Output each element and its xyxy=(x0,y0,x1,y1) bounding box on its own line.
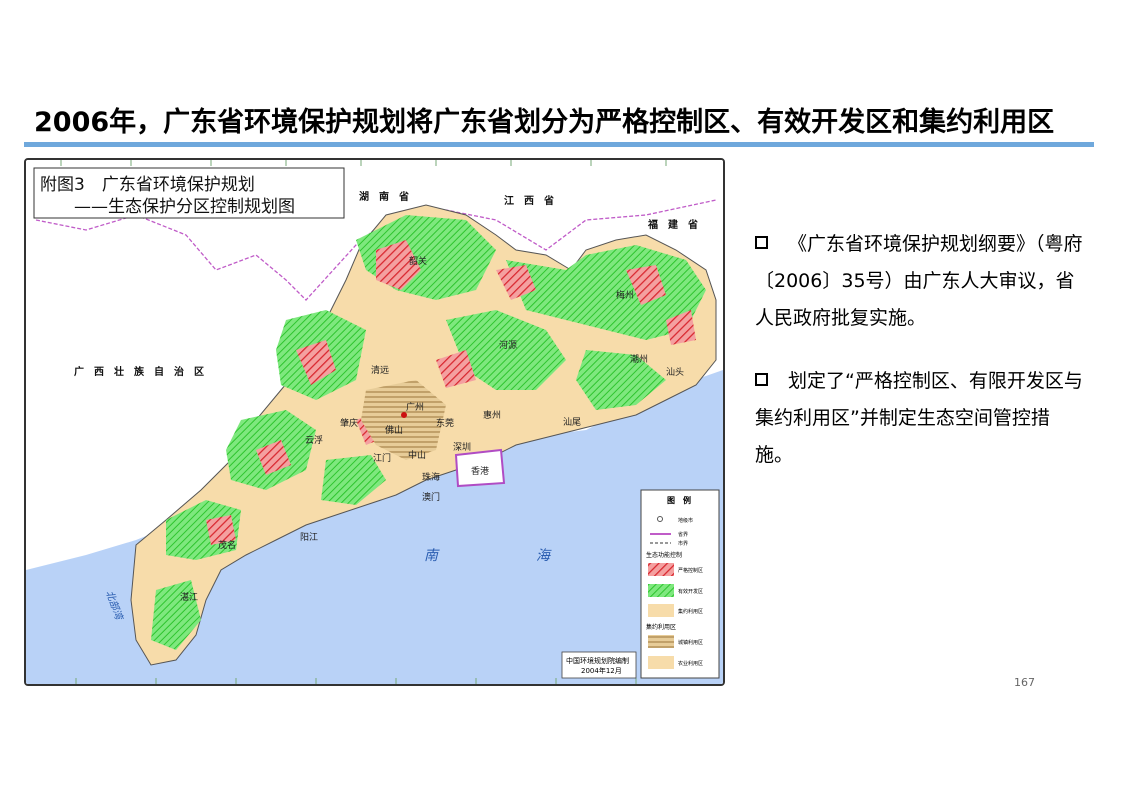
neighbor-label: 广 西 壮 族 自 治 区 xyxy=(74,365,204,378)
neighbor-label: 福 建 省 xyxy=(647,218,698,231)
city-label: 云浮 xyxy=(305,434,323,446)
effective-swatch-icon xyxy=(648,584,674,597)
zoning-map-svg: 韶关 梅州 河源 潮州 汕头 清远 广州 惠州 汕尾 肇庆 佛山 东莞 深圳 云… xyxy=(26,160,723,684)
bullet-text: 划定了“严格控制区、有限开发区与集约利用区”并制定生态空间管控措施。 xyxy=(755,370,1083,466)
square-bullet-icon xyxy=(755,236,768,249)
legend-item: 集约利用区 xyxy=(678,608,703,615)
sea-label: 南 xyxy=(424,548,440,564)
city-label: 阳江 xyxy=(300,532,318,543)
bullet-item: 划定了“严格控制区、有限开发区与集约利用区”并制定生态空间管控措施。 xyxy=(755,363,1085,474)
city-label: 广州 xyxy=(406,401,424,413)
legend-group: 集约利用区 xyxy=(646,623,676,631)
legend-group: 生态功能控制 xyxy=(646,551,682,559)
capital-marker xyxy=(401,412,407,418)
credit-line2: 2004年12月 xyxy=(581,666,622,675)
agri-swatch-icon xyxy=(648,656,674,669)
map-heading-line1: 附图3 广东省环境保护规划 xyxy=(40,175,255,195)
intensive-swatch-icon xyxy=(648,604,674,617)
strict-swatch-icon xyxy=(648,563,674,576)
city-label: 湛江 xyxy=(180,592,198,603)
city-label: 肇庆 xyxy=(340,417,358,429)
legend-item: 省界 xyxy=(678,531,688,538)
city-label: 深圳 xyxy=(453,442,471,453)
legend-item: 市界 xyxy=(678,540,688,547)
city-label: 珠海 xyxy=(422,471,440,483)
legend-item: 有效开发区 xyxy=(678,588,703,595)
legend-item: 地级市 xyxy=(678,517,693,524)
bullet-text: 《广东省环境保护规划纲要》（粤府〔2006〕35号）由广东人大审议，省人民政府批… xyxy=(755,233,1083,329)
city-label: 汕尾 xyxy=(563,417,581,428)
neighbor-label: 湖 南 省 xyxy=(359,190,409,203)
city-label: 东莞 xyxy=(436,417,454,429)
city-label: 河源 xyxy=(499,339,517,351)
city-label: 汕头 xyxy=(666,367,684,378)
slide-title: 2006年，广东省环境保护规划将广东省划分为严格控制区、有效开发区和集约利用区 xyxy=(34,107,1055,138)
neighbor-label: 江 西 省 xyxy=(504,194,554,207)
city-label: 佛山 xyxy=(385,424,403,436)
bullet-item: 《广东省环境保护规划纲要》（粤府〔2006〕35号）由广东人大审议，省人民政府批… xyxy=(755,226,1085,337)
city-label: 惠州 xyxy=(483,409,501,421)
city-label: 韶关 xyxy=(409,255,427,267)
city-label: 清远 xyxy=(371,364,389,376)
zoning-map: 韶关 梅州 河源 潮州 汕头 清远 广州 惠州 汕尾 肇庆 佛山 东莞 深圳 云… xyxy=(24,158,725,686)
city-label: 澳门 xyxy=(422,491,440,503)
city-label: 潮州 xyxy=(630,353,648,365)
city-label: 梅州 xyxy=(616,289,634,301)
credit-line1: 中国环境规划院编制 xyxy=(566,656,629,665)
page-number: 167 xyxy=(1014,676,1035,689)
legend-item: 严格控制区 xyxy=(678,567,703,574)
city-label: 茂名 xyxy=(218,539,236,551)
city-label: 江门 xyxy=(373,452,391,464)
square-bullet-icon xyxy=(755,373,768,386)
bullet-list: 《广东省环境保护规划纲要》（粤府〔2006〕35号）由广东人大审议，省人民政府批… xyxy=(755,226,1085,500)
legend-item: 城镇利用区 xyxy=(678,639,703,646)
sea-label: 海 xyxy=(536,548,552,564)
map-legend: 图 例 地级市 省界 市界 生态功能控制 严格控制区 有效开发区 集约利用区 集… xyxy=(640,489,720,679)
title-underline xyxy=(24,142,1094,147)
legend-item: 农业利用区 xyxy=(678,660,703,667)
city-label: 中山 xyxy=(408,449,426,461)
map-heading-line2: ——生态保护分区控制规划图 xyxy=(74,197,295,217)
legend-title: 图 例 xyxy=(667,495,691,505)
city-label: 香港 xyxy=(471,465,489,477)
urban-swatch-icon xyxy=(648,635,674,648)
